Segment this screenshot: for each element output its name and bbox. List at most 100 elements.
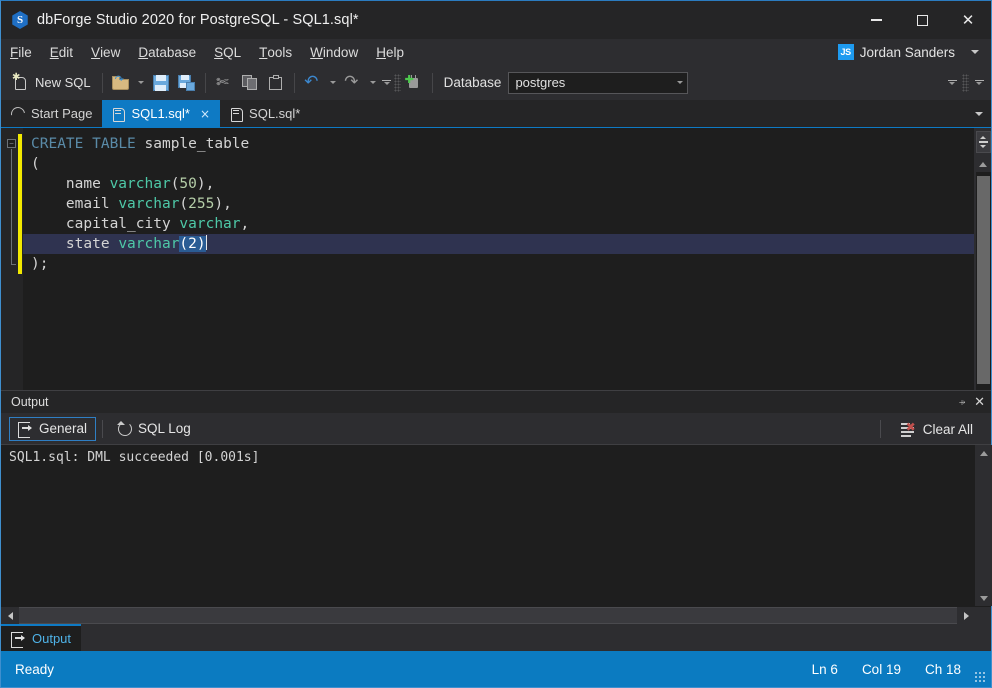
menu-help[interactable]: Help: [367, 41, 413, 63]
toolbar-grip[interactable]: [393, 73, 401, 92]
toolbar-right-controls: [944, 65, 987, 100]
output-scroll-up-button[interactable]: [975, 445, 992, 461]
close-icon[interactable]: ✕: [974, 396, 985, 409]
menu-tools[interactable]: Tools: [250, 41, 301, 63]
redo-button[interactable]: ↷: [340, 70, 366, 96]
output-horizontal-scrollbar[interactable]: [1, 606, 991, 624]
output-panel-title: Output: [11, 395, 49, 409]
menu-window[interactable]: Window: [301, 41, 367, 63]
code-line[interactable]: (: [23, 154, 974, 174]
open-dropdown-button[interactable]: [134, 70, 148, 96]
menu-database[interactable]: Database: [129, 41, 205, 63]
editor-gutter[interactable]: −: [1, 128, 23, 390]
cut-button[interactable]: ✄: [211, 70, 237, 96]
new-sql-button[interactable]: ✱ New SQL: [7, 70, 97, 96]
output-tab-label: General: [39, 421, 88, 436]
code-area[interactable]: CREATE TABLE sample_table ( name varchar…: [23, 128, 974, 390]
tab-sql1-sql[interactable]: SQL1.sql* ×: [102, 100, 221, 127]
toolbar-overflow-button-2[interactable]: [944, 72, 960, 94]
tab-sql-sql[interactable]: SQL.sql*: [220, 100, 310, 127]
text-caret: [205, 235, 208, 250]
minimize-button[interactable]: [853, 1, 899, 39]
fold-toggle-icon[interactable]: −: [7, 139, 16, 148]
close-button[interactable]: ✕: [945, 1, 991, 39]
dock-tab-label: Output: [32, 631, 72, 646]
tab-start-page[interactable]: Start Page: [1, 100, 102, 127]
code-line-current[interactable]: state varchar(2): [23, 234, 974, 254]
open-button[interactable]: ↷: [108, 70, 134, 96]
output-toolbar-right: ✖ Clear All: [874, 413, 981, 445]
toolbar-overflow-button[interactable]: [380, 70, 394, 96]
sql-file-icon: [112, 107, 126, 122]
toolbar-grip-2[interactable]: [962, 73, 969, 92]
menu-file[interactable]: File: [1, 41, 41, 63]
redo-dropdown-button[interactable]: [366, 70, 380, 96]
copy-icon: [241, 74, 258, 91]
maximize-button[interactable]: [899, 1, 945, 39]
output-hscroll-track[interactable]: [19, 607, 957, 624]
clear-all-button[interactable]: ✖ Clear All: [893, 417, 981, 441]
code-line[interactable]: CREATE TABLE sample_table: [23, 134, 974, 154]
dock-tab-bar: Output: [1, 624, 991, 651]
menu-sql[interactable]: S QL: [205, 41, 250, 63]
code-line[interactable]: name varchar(50),: [23, 174, 974, 194]
redo-icon: ↷: [344, 71, 359, 92]
scrollbar-thumb[interactable]: [976, 176, 990, 384]
undo-dropdown-button[interactable]: [326, 70, 340, 96]
save-all-icon: [178, 74, 196, 91]
save-all-button[interactable]: [174, 70, 200, 96]
status-line: Ln 6: [811, 661, 838, 677]
output-scroll-track[interactable]: [975, 461, 992, 590]
tab-label: Start Page: [31, 106, 93, 121]
chevron-down-icon: [677, 81, 684, 84]
sql-editor[interactable]: − CREATE TABLE sample_table ( name varch…: [1, 127, 991, 390]
output-scroll-left-button[interactable]: [1, 607, 19, 624]
output-general-icon: [11, 631, 26, 648]
document-tabs-overflow-button[interactable]: [975, 100, 983, 127]
paste-button[interactable]: [263, 70, 289, 96]
new-sql-icon: ✱: [12, 72, 30, 91]
dock-tab-output[interactable]: Output: [1, 624, 82, 651]
window-title: dbForge Studio 2020 for PostgreSQL - SQL…: [37, 12, 359, 28]
output-general-icon: [18, 421, 33, 438]
main-toolbar: ✱ New SQL ↷ ✄ ↶ ↷ ✚ Database postgres: [1, 65, 991, 100]
toolbar-overflow-button-3[interactable]: [971, 72, 987, 94]
editor-right-rail: [974, 128, 991, 390]
menubar-overflow-button[interactable]: [971, 39, 979, 65]
pin-icon[interactable]: ⍆: [958, 396, 966, 409]
status-text: Ready: [15, 661, 55, 677]
output-body[interactable]: SQL1.sql: DML succeeded [0.001s]: [1, 445, 992, 606]
sql-file-icon: [230, 107, 244, 122]
toolbar-separator: [204, 72, 206, 93]
change-indicator: [18, 134, 22, 274]
application-window: S dbForge Studio 2020 for PostgreSQL - S…: [0, 0, 992, 688]
status-bar: Ready Ln 6 Col 19 Ch 18: [1, 651, 991, 687]
undo-button[interactable]: ↶: [300, 70, 326, 96]
execute-plug-icon: ✚: [405, 74, 423, 91]
tab-close-icon[interactable]: ×: [200, 107, 210, 121]
account-menu[interactable]: JS Jordan Sanders: [837, 39, 955, 65]
editor-vertical-scrollbar[interactable]: [975, 172, 991, 390]
split-view-button[interactable]: [975, 131, 991, 153]
code-line[interactable]: capital_city varchar,: [23, 214, 974, 234]
code-line[interactable]: email varchar(255),: [23, 194, 974, 214]
output-tab-general[interactable]: General: [9, 416, 97, 441]
database-select[interactable]: postgres: [508, 71, 689, 94]
tab-label: SQL1.sql*: [131, 106, 190, 121]
editor-scroll-up-button[interactable]: [976, 157, 991, 172]
code-line[interactable]: );: [23, 254, 974, 274]
title-bar: S dbForge Studio 2020 for PostgreSQL - S…: [1, 1, 991, 39]
output-scroll-right-button[interactable]: [957, 607, 975, 624]
menu-view[interactable]: View: [82, 41, 129, 63]
database-select-value: postgres: [515, 75, 566, 90]
copy-button[interactable]: [237, 70, 263, 96]
menu-edit[interactable]: Edit: [41, 41, 82, 63]
output-tab-sql-log[interactable]: SQL Log: [109, 417, 199, 441]
resize-grip[interactable]: [974, 671, 986, 683]
execute-button[interactable]: ✚: [401, 70, 427, 96]
output-scroll-down-button[interactable]: [975, 590, 992, 606]
output-vertical-scrollbar[interactable]: [975, 445, 992, 606]
save-button[interactable]: [148, 70, 174, 96]
document-tab-bar: Start Page SQL1.sql* × SQL.sql*: [1, 100, 991, 127]
app-logo-icon: S: [11, 11, 29, 29]
